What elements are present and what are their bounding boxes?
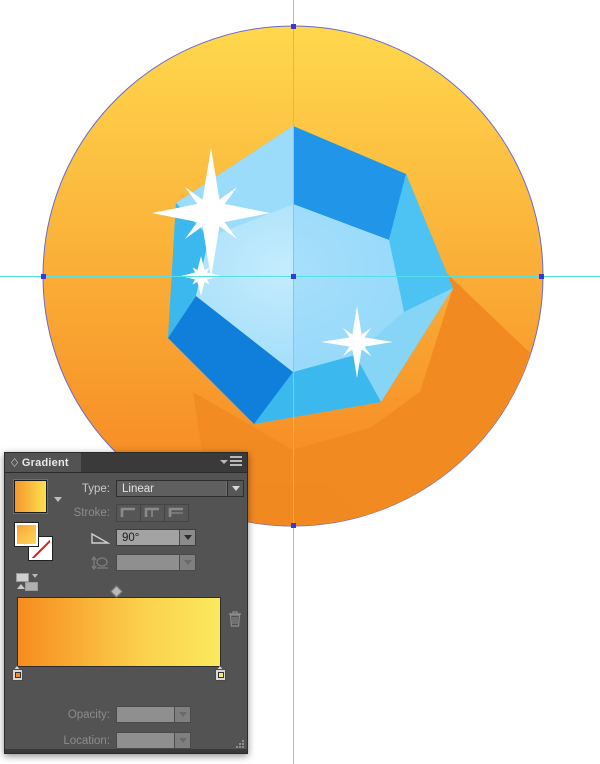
gradient-location-dropdown-button[interactable]	[174, 733, 190, 748]
gradient-type-row: Type: Linear	[62, 480, 244, 497]
gradient-ramp[interactable]	[17, 597, 221, 667]
fill-stroke-indicator[interactable]	[14, 522, 53, 561]
panel-bottom-edge	[5, 749, 247, 753]
gradient-type-value: Linear	[122, 482, 154, 495]
triangle-up-icon	[17, 584, 25, 589]
gradient-stroke-label: Stroke:	[73, 507, 110, 519]
chevron-down-icon[interactable]	[32, 574, 38, 578]
stop-color-chip	[14, 672, 21, 678]
gradient-location-input[interactable]	[116, 732, 191, 749]
gradient-stop-start[interactable]	[12, 666, 23, 681]
gradient-slider[interactable]	[12, 585, 226, 681]
menu-caret-icon	[220, 459, 228, 464]
guide-vertical[interactable]	[293, 0, 294, 764]
gradient-swatch-row	[14, 480, 62, 513]
gradient-aspect-dropdown-button[interactable]	[179, 555, 195, 570]
chevron-down-icon	[183, 560, 192, 565]
gradient-type-label: Type:	[81, 482, 110, 495]
gradient-type-dropdown-button[interactable]	[227, 481, 243, 496]
gradient-stroke-row: Stroke:	[62, 504, 189, 522]
guide-horizontal[interactable]	[0, 276, 600, 277]
chevron-down-icon	[183, 535, 192, 540]
fill-target-icon[interactable]	[16, 573, 29, 582]
gradient-panel[interactable]: ◇ Gradient Type: Linear Stroke: 90° Opac…	[4, 452, 248, 754]
stop-color-chip	[217, 672, 224, 678]
gradient-type-select[interactable]: Linear	[116, 480, 244, 497]
chevron-down-icon	[178, 738, 187, 743]
panel-tab-gradient[interactable]: ◇ Gradient	[5, 453, 81, 472]
panel-menu-icon[interactable]	[220, 456, 242, 466]
anchor-point-left[interactable]	[41, 274, 46, 279]
gradient-midpoint-handle[interactable]	[110, 585, 123, 598]
panel-left-column	[14, 480, 62, 592]
fill-swatch-gradient[interactable]	[14, 522, 39, 547]
anchor-point-center[interactable]	[291, 274, 296, 279]
gradient-opacity-input[interactable]	[116, 706, 191, 723]
anchor-point-top[interactable]	[291, 24, 296, 29]
stroke-across-icon	[168, 507, 183, 517]
panel-body: Type: Linear Stroke: 90° Opacity: Locati…	[5, 473, 247, 753]
gradient-fill-target-toggle[interactable]	[16, 573, 46, 592]
anchor-point-bottom[interactable]	[291, 523, 296, 528]
chevron-down-icon	[231, 486, 240, 491]
gradient-angle-icon-cell	[62, 531, 110, 545]
menu-lines-icon	[230, 456, 242, 466]
gradient-aspect-ratio-row	[62, 554, 196, 571]
chevron-down-icon[interactable]	[54, 497, 62, 502]
anchor-point-right[interactable]	[539, 274, 544, 279]
panel-title: Gradient	[21, 456, 69, 469]
gradient-opacity-row: Opacity:	[45, 706, 191, 723]
apply-gradient-within-stroke-button[interactable]	[116, 504, 141, 522]
apply-gradient-along-stroke-button[interactable]	[140, 504, 165, 522]
gradient-aspect-ratio-icon	[91, 555, 108, 570]
trash-glyph	[229, 611, 241, 627]
trash-icon[interactable]	[227, 610, 243, 628]
gradient-angle-input[interactable]: 90°	[116, 529, 196, 546]
gradient-preview-swatch[interactable]	[14, 480, 47, 513]
panel-titlebar[interactable]: ◇ Gradient	[5, 453, 247, 473]
stroke-along-icon	[144, 507, 159, 517]
gradient-location-label: Location:	[63, 734, 110, 747]
stroke-within-icon	[120, 507, 135, 517]
double-arrow-icon[interactable]: ◇	[11, 456, 18, 468]
stroke-gradient-buttons	[116, 504, 189, 522]
gradient-aspect-icon-cell	[62, 555, 110, 571]
gradient-angle-row: 90°	[62, 529, 196, 546]
gradient-opacity-label: Opacity:	[67, 708, 110, 721]
gradient-angle-value: 90°	[122, 531, 140, 544]
apply-gradient-across-stroke-button[interactable]	[164, 504, 189, 522]
gradient-aspect-ratio-input[interactable]	[116, 554, 196, 571]
gradient-location-row: Location:	[45, 732, 191, 749]
chevron-down-icon	[178, 712, 187, 717]
gradient-angle-dropdown-button[interactable]	[179, 530, 195, 545]
gradient-stop-end[interactable]	[215, 666, 226, 681]
gradient-angle-icon	[91, 532, 110, 544]
gradient-opacity-dropdown-button[interactable]	[174, 707, 190, 722]
stroke-target-icon[interactable]	[25, 582, 38, 591]
